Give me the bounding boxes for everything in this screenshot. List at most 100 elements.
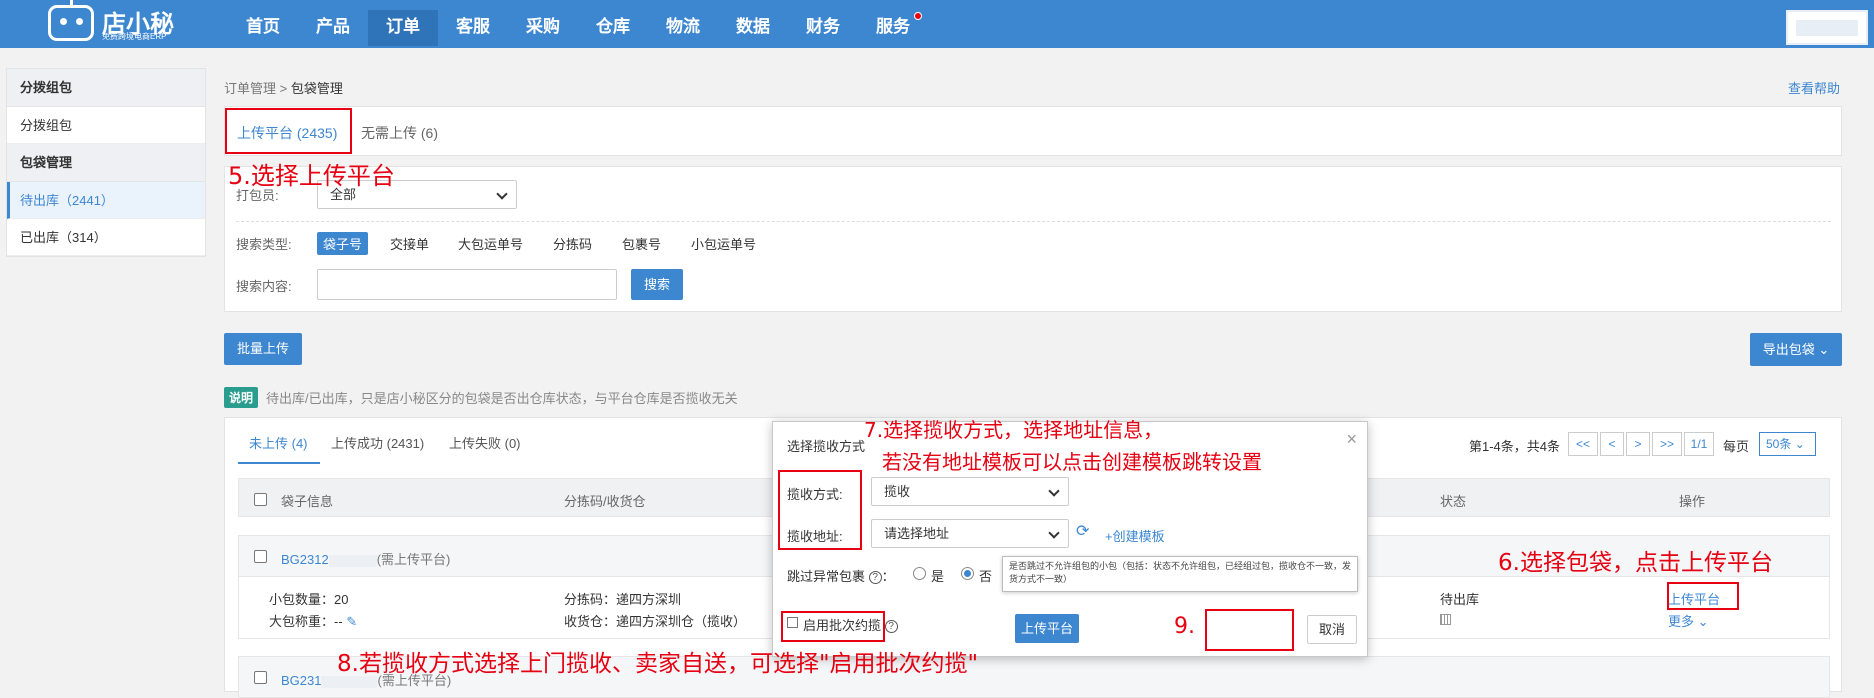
- annotation-step7-line1: 7.选择揽收方式，选择地址信息，: [864, 418, 1164, 442]
- more-link[interactable]: 更多 ⌄: [1668, 611, 1709, 630]
- note-text: 待出库/已出库，只是店小秘区分的包袋是否出仓库状态，与平台仓库是否揽收无关: [266, 391, 738, 406]
- search-type-bag-no[interactable]: 袋子号: [317, 232, 369, 255]
- sort-code-label: 分拣码：: [564, 592, 617, 607]
- skip-abnormal-label: 跳过异常包裹 ?：: [787, 566, 895, 585]
- sidebar: 分拨组包 分拨组包 包袋管理 待出库（2441） 已出库（314）: [6, 68, 206, 257]
- pager-page: 1/1: [1684, 432, 1714, 456]
- breadcrumb-current: 包袋管理: [290, 81, 343, 96]
- skip-abnormal-text: 跳过异常包裹: [787, 569, 866, 584]
- redacted-text: [328, 554, 377, 567]
- bag-number-text[interactable]: BG2312: [281, 552, 329, 567]
- top-nav-bar: 店小秘 免费跨境电商ERP 首页 产品 订单 客服 采购 仓库 物流 数据 财务…: [0, 0, 1874, 48]
- more-link-label: 更多: [1668, 614, 1695, 629]
- search-type-big-waybill[interactable]: 大包运单号: [452, 232, 529, 255]
- annotation-step8: 8.若揽收方式选择上门揽收、卖家自送，可选择"启用批次约揽": [337, 651, 979, 677]
- sidebar-group-split: 分拨组包: [7, 69, 205, 107]
- pager-first[interactable]: <<: [1568, 432, 1598, 456]
- modal-upload-button[interactable]: 上传平台: [1015, 614, 1079, 643]
- nav-home[interactable]: 首页: [228, 10, 298, 46]
- search-type-package-no[interactable]: 包裹号: [616, 232, 667, 255]
- chevron-down-icon: ⌄: [1697, 614, 1709, 629]
- edit-icon[interactable]: ✎: [346, 614, 357, 629]
- chevron-down-icon: ⌄: [1794, 437, 1805, 451]
- notification-dot-icon: [914, 12, 922, 20]
- search-button[interactable]: 搜索: [631, 269, 683, 300]
- batch-upload-button[interactable]: 批量上传: [224, 333, 302, 365]
- close-icon[interactable]: ×: [1346, 429, 1357, 450]
- bag-number-text[interactable]: BG231: [281, 673, 321, 688]
- sort-code-value: 递四方深圳: [616, 592, 682, 607]
- annotation-step5: 5.选择上传平台: [228, 162, 395, 190]
- col-sort-code: 分拣码/收货仓: [564, 494, 646, 509]
- subtab-success[interactable]: 上传成功 (2431): [331, 433, 424, 452]
- skip-yes-radio[interactable]: [913, 567, 926, 580]
- refresh-icon[interactable]: ⟳: [1076, 521, 1089, 541]
- sidebar-item-shipped[interactable]: 已出库（314）: [7, 219, 205, 256]
- col-bag-info: 袋子信息: [281, 494, 334, 509]
- annotation-step9: 9.: [1174, 614, 1195, 639]
- pager-next[interactable]: >: [1626, 432, 1650, 456]
- row-checkbox[interactable]: [254, 671, 267, 684]
- search-content-label: 搜索内容:: [236, 279, 292, 294]
- nav-warehouse[interactable]: 仓库: [578, 10, 648, 46]
- highlight-box-row-upload: [1667, 582, 1739, 610]
- annotation-step7-line2: 若没有地址模板可以点击创建模板跳转设置: [882, 450, 1262, 474]
- address-select[interactable]: 请选择地址: [871, 519, 1069, 548]
- nav-data[interactable]: 数据: [718, 10, 788, 46]
- small-count: 小包数量：20: [269, 589, 348, 608]
- question-icon[interactable]: ?: [884, 620, 898, 634]
- nav-service[interactable]: 客服: [438, 10, 508, 46]
- sidebar-item-split[interactable]: 分拨组包: [7, 107, 205, 144]
- filter-divider: [236, 221, 1831, 222]
- row-checkbox[interactable]: [254, 550, 267, 563]
- sidebar-item-pending[interactable]: 待出库（2441）: [7, 182, 205, 219]
- subtab-active-underline: [238, 462, 320, 464]
- note-badge: 说明: [224, 387, 259, 408]
- bag-number[interactable]: BG2312 (需上传平台): [281, 549, 450, 568]
- subtab-failed[interactable]: 上传失败 (0): [449, 433, 521, 452]
- select-all-checkbox[interactable]: [254, 493, 267, 506]
- create-template-link[interactable]: +创建模板: [1105, 526, 1165, 545]
- nav-services[interactable]: 服务: [858, 10, 928, 46]
- pager-last[interactable]: >>: [1652, 432, 1682, 456]
- col-ops: 操作: [1679, 494, 1706, 509]
- highlight-box-method-address: [778, 470, 862, 550]
- tab-no-upload[interactable]: 无需上传 (6): [361, 123, 438, 143]
- export-bags-button[interactable]: 导出包袋 ⌄: [1750, 333, 1842, 366]
- per-page-select[interactable]: 50条 ⌄: [1759, 432, 1816, 456]
- main-nav: 首页 产品 订单 客服 采购 仓库 物流 数据 财务 服务: [228, 10, 928, 46]
- pager-prev[interactable]: <: [1600, 432, 1624, 456]
- search-input[interactable]: [317, 269, 617, 300]
- question-icon[interactable]: ?: [868, 571, 882, 585]
- weight-label: 大包称重：: [269, 614, 335, 629]
- chevron-down-icon: ⌄: [1818, 342, 1830, 357]
- nav-finance[interactable]: 财务: [788, 10, 858, 46]
- nav-order[interactable]: 订单: [368, 10, 438, 46]
- modal-title: 选择揽收方式: [787, 439, 866, 454]
- weight: 大包称重：-- ✎: [269, 611, 357, 630]
- skip-no-label: 否: [979, 569, 993, 584]
- logo[interactable]: 店小秘 免费跨境电商ERP: [48, 0, 188, 44]
- search-type-small-waybill[interactable]: 小包运单号: [685, 232, 762, 255]
- nav-logistics[interactable]: 物流: [648, 10, 718, 46]
- weight-value: --: [334, 614, 343, 629]
- nav-purchase[interactable]: 采购: [508, 10, 578, 46]
- subtab-pending[interactable]: 未上传 (4): [249, 433, 308, 452]
- pager-info: 第1-4条，共4条: [1469, 439, 1561, 454]
- logo-subtitle: 免费跨境电商ERP: [102, 32, 167, 41]
- nav-product[interactable]: 产品: [298, 10, 368, 46]
- tab-panel: [224, 106, 1842, 156]
- breadcrumb-parent[interactable]: 订单管理: [224, 81, 276, 96]
- modal-cancel-button[interactable]: 取消: [1307, 615, 1357, 644]
- search-type-handover[interactable]: 交接单: [384, 232, 435, 255]
- barcode-icon[interactable]: [1440, 614, 1451, 625]
- help-link[interactable]: 查看帮助: [1788, 78, 1840, 97]
- user-account[interactable]: [1786, 10, 1868, 45]
- skip-no-radio[interactable]: [961, 567, 974, 580]
- highlight-box-batch: [781, 611, 885, 642]
- skip-yes-label: 是: [931, 569, 945, 584]
- warehouse-label: 收货仓：: [564, 614, 617, 629]
- search-type-sort-code[interactable]: 分拣码: [547, 232, 598, 255]
- method-select[interactable]: 揽收: [871, 477, 1069, 506]
- bag-tag: (需上传平台): [376, 552, 451, 567]
